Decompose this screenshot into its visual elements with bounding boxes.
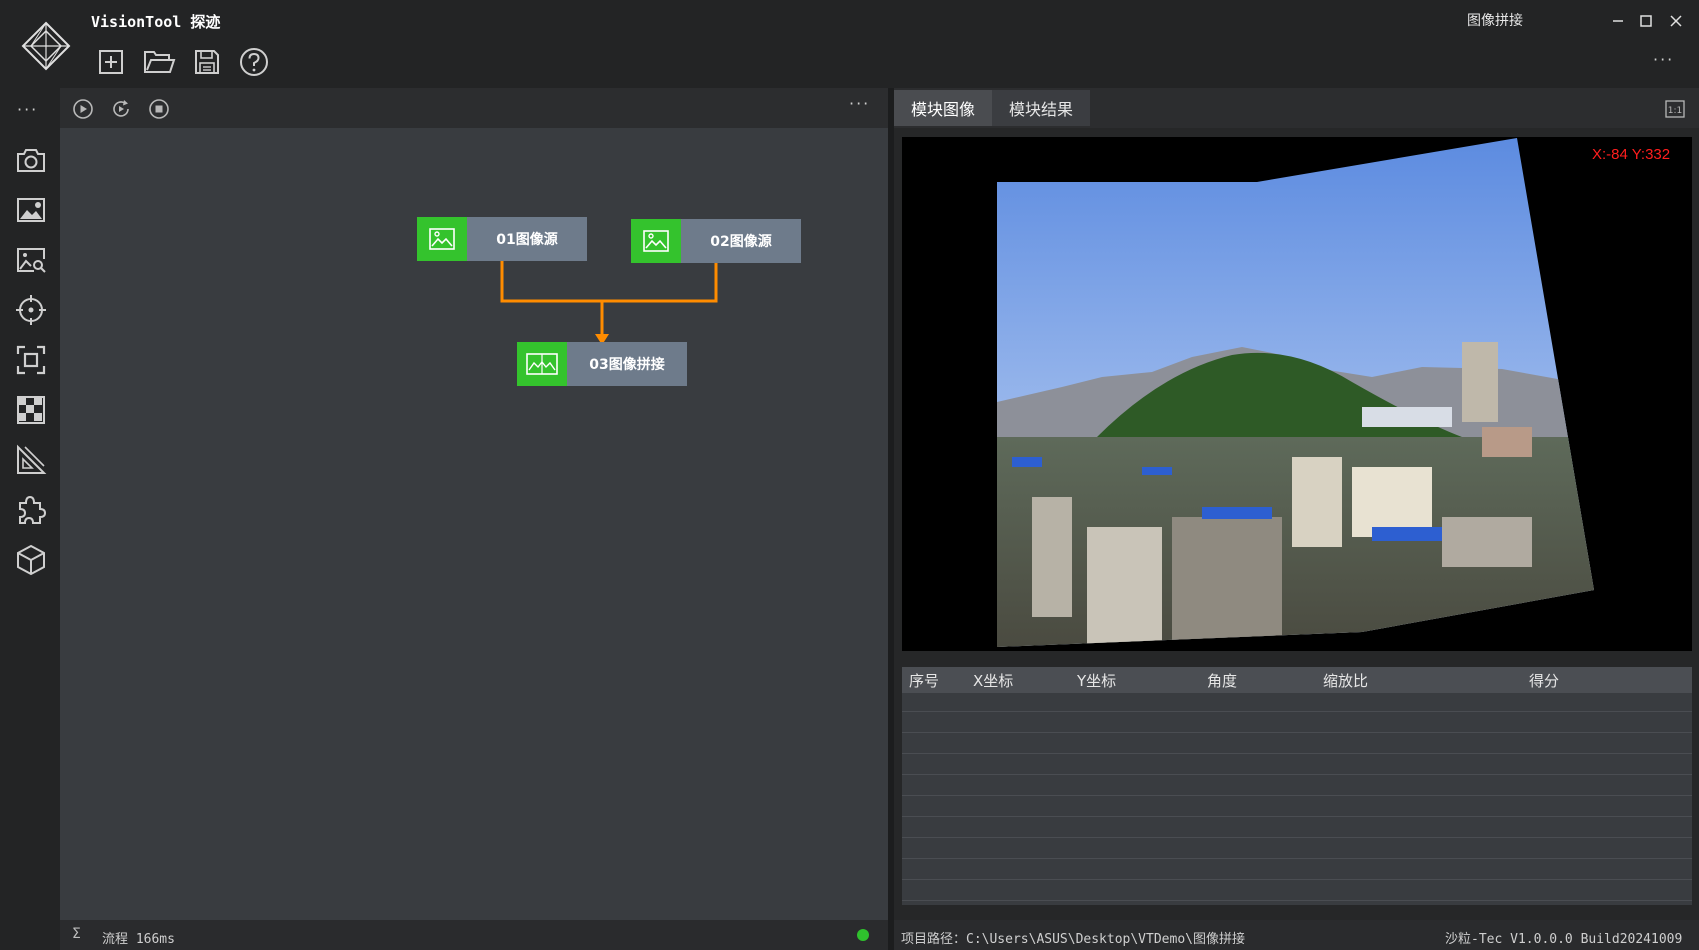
- stitch-icon: [517, 342, 567, 386]
- maximize-icon[interactable]: [1635, 10, 1657, 32]
- flow-more-icon[interactable]: ···: [849, 94, 870, 113]
- node-label: 01图像源: [467, 217, 587, 261]
- panel-divider[interactable]: [888, 88, 894, 950]
- tab-module-image[interactable]: 模块图像: [894, 90, 992, 126]
- save-icon[interactable]: [191, 46, 223, 78]
- column-header-x[interactable]: X坐标: [973, 670, 1013, 691]
- window-title: 图像拼接: [1467, 13, 1523, 29]
- sidebar-more-icon[interactable]: ···: [17, 100, 38, 119]
- result-tabs: 模块图像 模块结果: [894, 88, 1699, 128]
- tab-module-result[interactable]: 模块结果: [992, 90, 1090, 126]
- stitched-image: [997, 138, 1594, 647]
- column-header-score[interactable]: 得分: [1529, 670, 1559, 691]
- stop-icon[interactable]: [148, 98, 170, 120]
- cube-icon[interactable]: [14, 543, 48, 577]
- result-table: 序号 X坐标 Y坐标 角度 缩放比 得分: [902, 667, 1692, 905]
- flow-toolbar: [60, 88, 888, 128]
- coordinate-readout: X:-84 Y:332: [1592, 146, 1671, 163]
- table-row: [902, 774, 1692, 775]
- loop-run-icon[interactable]: [110, 98, 132, 120]
- node-label: 03图像拼接: [567, 342, 687, 386]
- target-icon[interactable]: [14, 293, 48, 327]
- help-icon[interactable]: [238, 46, 270, 78]
- puzzle-plugin-icon[interactable]: [14, 493, 48, 527]
- sidebar: ···: [0, 88, 60, 950]
- checkerboard-icon[interactable]: [14, 393, 48, 427]
- image-viewer[interactable]: [902, 137, 1692, 651]
- node-label: 02图像源: [681, 219, 801, 263]
- image-enhance-icon[interactable]: [14, 193, 48, 227]
- table-header: 序号 X坐标 Y坐标 角度 缩放比 得分: [902, 667, 1692, 693]
- column-header-index[interactable]: 序号: [909, 670, 939, 691]
- minimize-icon[interactable]: [1607, 10, 1629, 32]
- image-icon: [631, 219, 681, 263]
- image-icon: [417, 217, 467, 261]
- column-header-angle[interactable]: 角度: [1207, 670, 1237, 691]
- table-row: [902, 732, 1692, 733]
- svg-text:1:1: 1:1: [1668, 106, 1682, 116]
- new-icon[interactable]: [95, 46, 127, 78]
- app-logo-icon: [20, 20, 72, 72]
- table-row: [902, 900, 1692, 901]
- table-row: [902, 711, 1692, 712]
- project-path: 项目路径：C:\Users\ASUS\Desktop\VTDemo\图像拼接: [901, 932, 1245, 947]
- status-indicator: [857, 929, 869, 941]
- version-info: 沙粒-Tec V1.0.0.0 Build20241009: [1445, 932, 1683, 947]
- column-header-scale[interactable]: 缩放比: [1323, 670, 1368, 691]
- run-icon[interactable]: [72, 98, 94, 120]
- camera-icon[interactable]: [14, 143, 48, 177]
- close-icon[interactable]: [1665, 10, 1687, 32]
- app-title: VisionTool 探迹: [91, 13, 221, 31]
- flow-canvas[interactable]: 01图像源 02图像源 03图像拼接: [60, 128, 888, 920]
- open-folder-icon[interactable]: [142, 46, 176, 78]
- table-row: [902, 858, 1692, 859]
- flow-node-image-source-2[interactable]: 02图像源: [631, 219, 801, 263]
- table-row: [902, 816, 1692, 817]
- column-header-y[interactable]: Y坐标: [1077, 670, 1116, 691]
- table-row: [902, 837, 1692, 838]
- sigma-icon: Σ: [72, 926, 81, 942]
- flow-status-bar: [60, 920, 888, 950]
- title-bar: VisionTool 探迹 图像拼接 ···: [0, 0, 1699, 88]
- table-row: [902, 879, 1692, 880]
- more-options-icon[interactable]: ···: [1653, 50, 1674, 69]
- actual-size-icon[interactable]: 1:1: [1665, 99, 1685, 119]
- image-search-icon[interactable]: [14, 243, 48, 277]
- measure-icon[interactable]: [14, 443, 48, 477]
- table-row: [902, 753, 1692, 754]
- flow-node-image-stitch[interactable]: 03图像拼接: [517, 342, 687, 386]
- focus-frame-icon[interactable]: [14, 343, 48, 377]
- flow-time: 流程 166ms: [102, 932, 175, 947]
- table-row: [902, 795, 1692, 796]
- flow-node-image-source-1[interactable]: 01图像源: [417, 217, 587, 261]
